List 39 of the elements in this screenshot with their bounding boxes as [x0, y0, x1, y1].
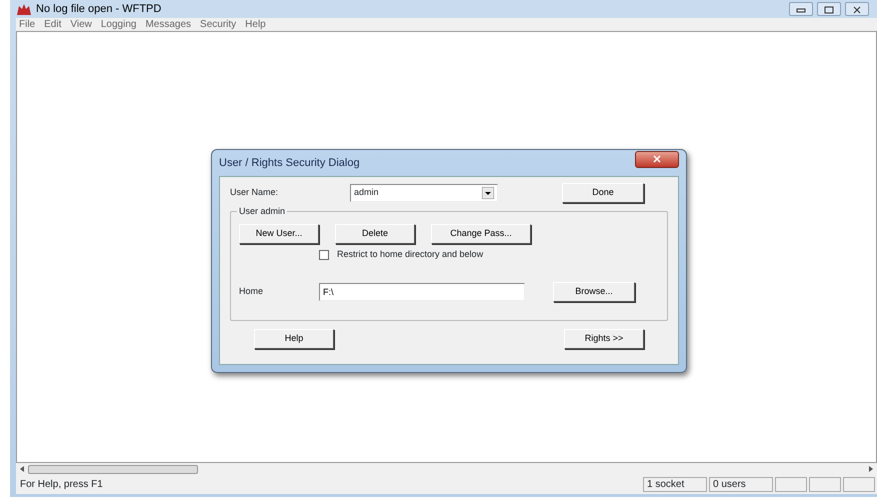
help-button[interactable]: Help [254, 329, 334, 349]
maximize-button[interactable] [817, 2, 841, 16]
close-button[interactable] [845, 2, 869, 16]
status-pane [843, 477, 875, 492]
maximize-icon [824, 6, 834, 14]
action-button[interactable]: Delete [335, 224, 415, 244]
minimize-icon [796, 6, 806, 13]
action-button[interactable]: New User... [239, 224, 319, 244]
status-pane [809, 477, 841, 492]
status-pane [775, 477, 807, 492]
home-field[interactable]: F:\ [319, 282, 525, 300]
close-icon [653, 154, 661, 163]
close-icon [852, 6, 862, 14]
app-icon [16, 2, 32, 16]
dialog-title: User / Rights Security Dialog [219, 156, 360, 171]
menu-item[interactable]: View [70, 17, 92, 32]
menu-item[interactable]: Messages [145, 17, 192, 32]
status-pane: 1 socket [643, 477, 707, 492]
rights-button[interactable]: Rights >> [564, 329, 644, 349]
field-label: User Name: [230, 186, 280, 200]
browse-button[interactable]: Browse... [553, 282, 635, 302]
menu-item[interactable]: File [19, 17, 36, 32]
field-label: Home [239, 284, 264, 298]
scrollbar-thumb[interactable] [28, 464, 198, 474]
dropdown-arrow-icon [482, 187, 494, 199]
minimize-button[interactable] [789, 2, 813, 16]
menu-item[interactable]: Help [245, 17, 266, 32]
checkbox[interactable] [319, 250, 329, 260]
menu-item[interactable]: Logging [100, 17, 136, 32]
window-title: No log file open - WFTPD [36, 2, 162, 17]
action-button[interactable]: Change Pass... [431, 224, 531, 244]
menu-item[interactable]: Security [200, 17, 236, 32]
status-pane: 0 users [709, 477, 773, 492]
done-button[interactable]: Done [562, 183, 644, 203]
close-button[interactable] [635, 150, 679, 168]
checkbox-label: Restrict to home directory and below [337, 248, 484, 261]
menu-item[interactable]: Edit [44, 17, 62, 32]
status-message: For Help, press F1 [19, 478, 103, 492]
user-name-combo[interactable]: admin [350, 184, 498, 202]
